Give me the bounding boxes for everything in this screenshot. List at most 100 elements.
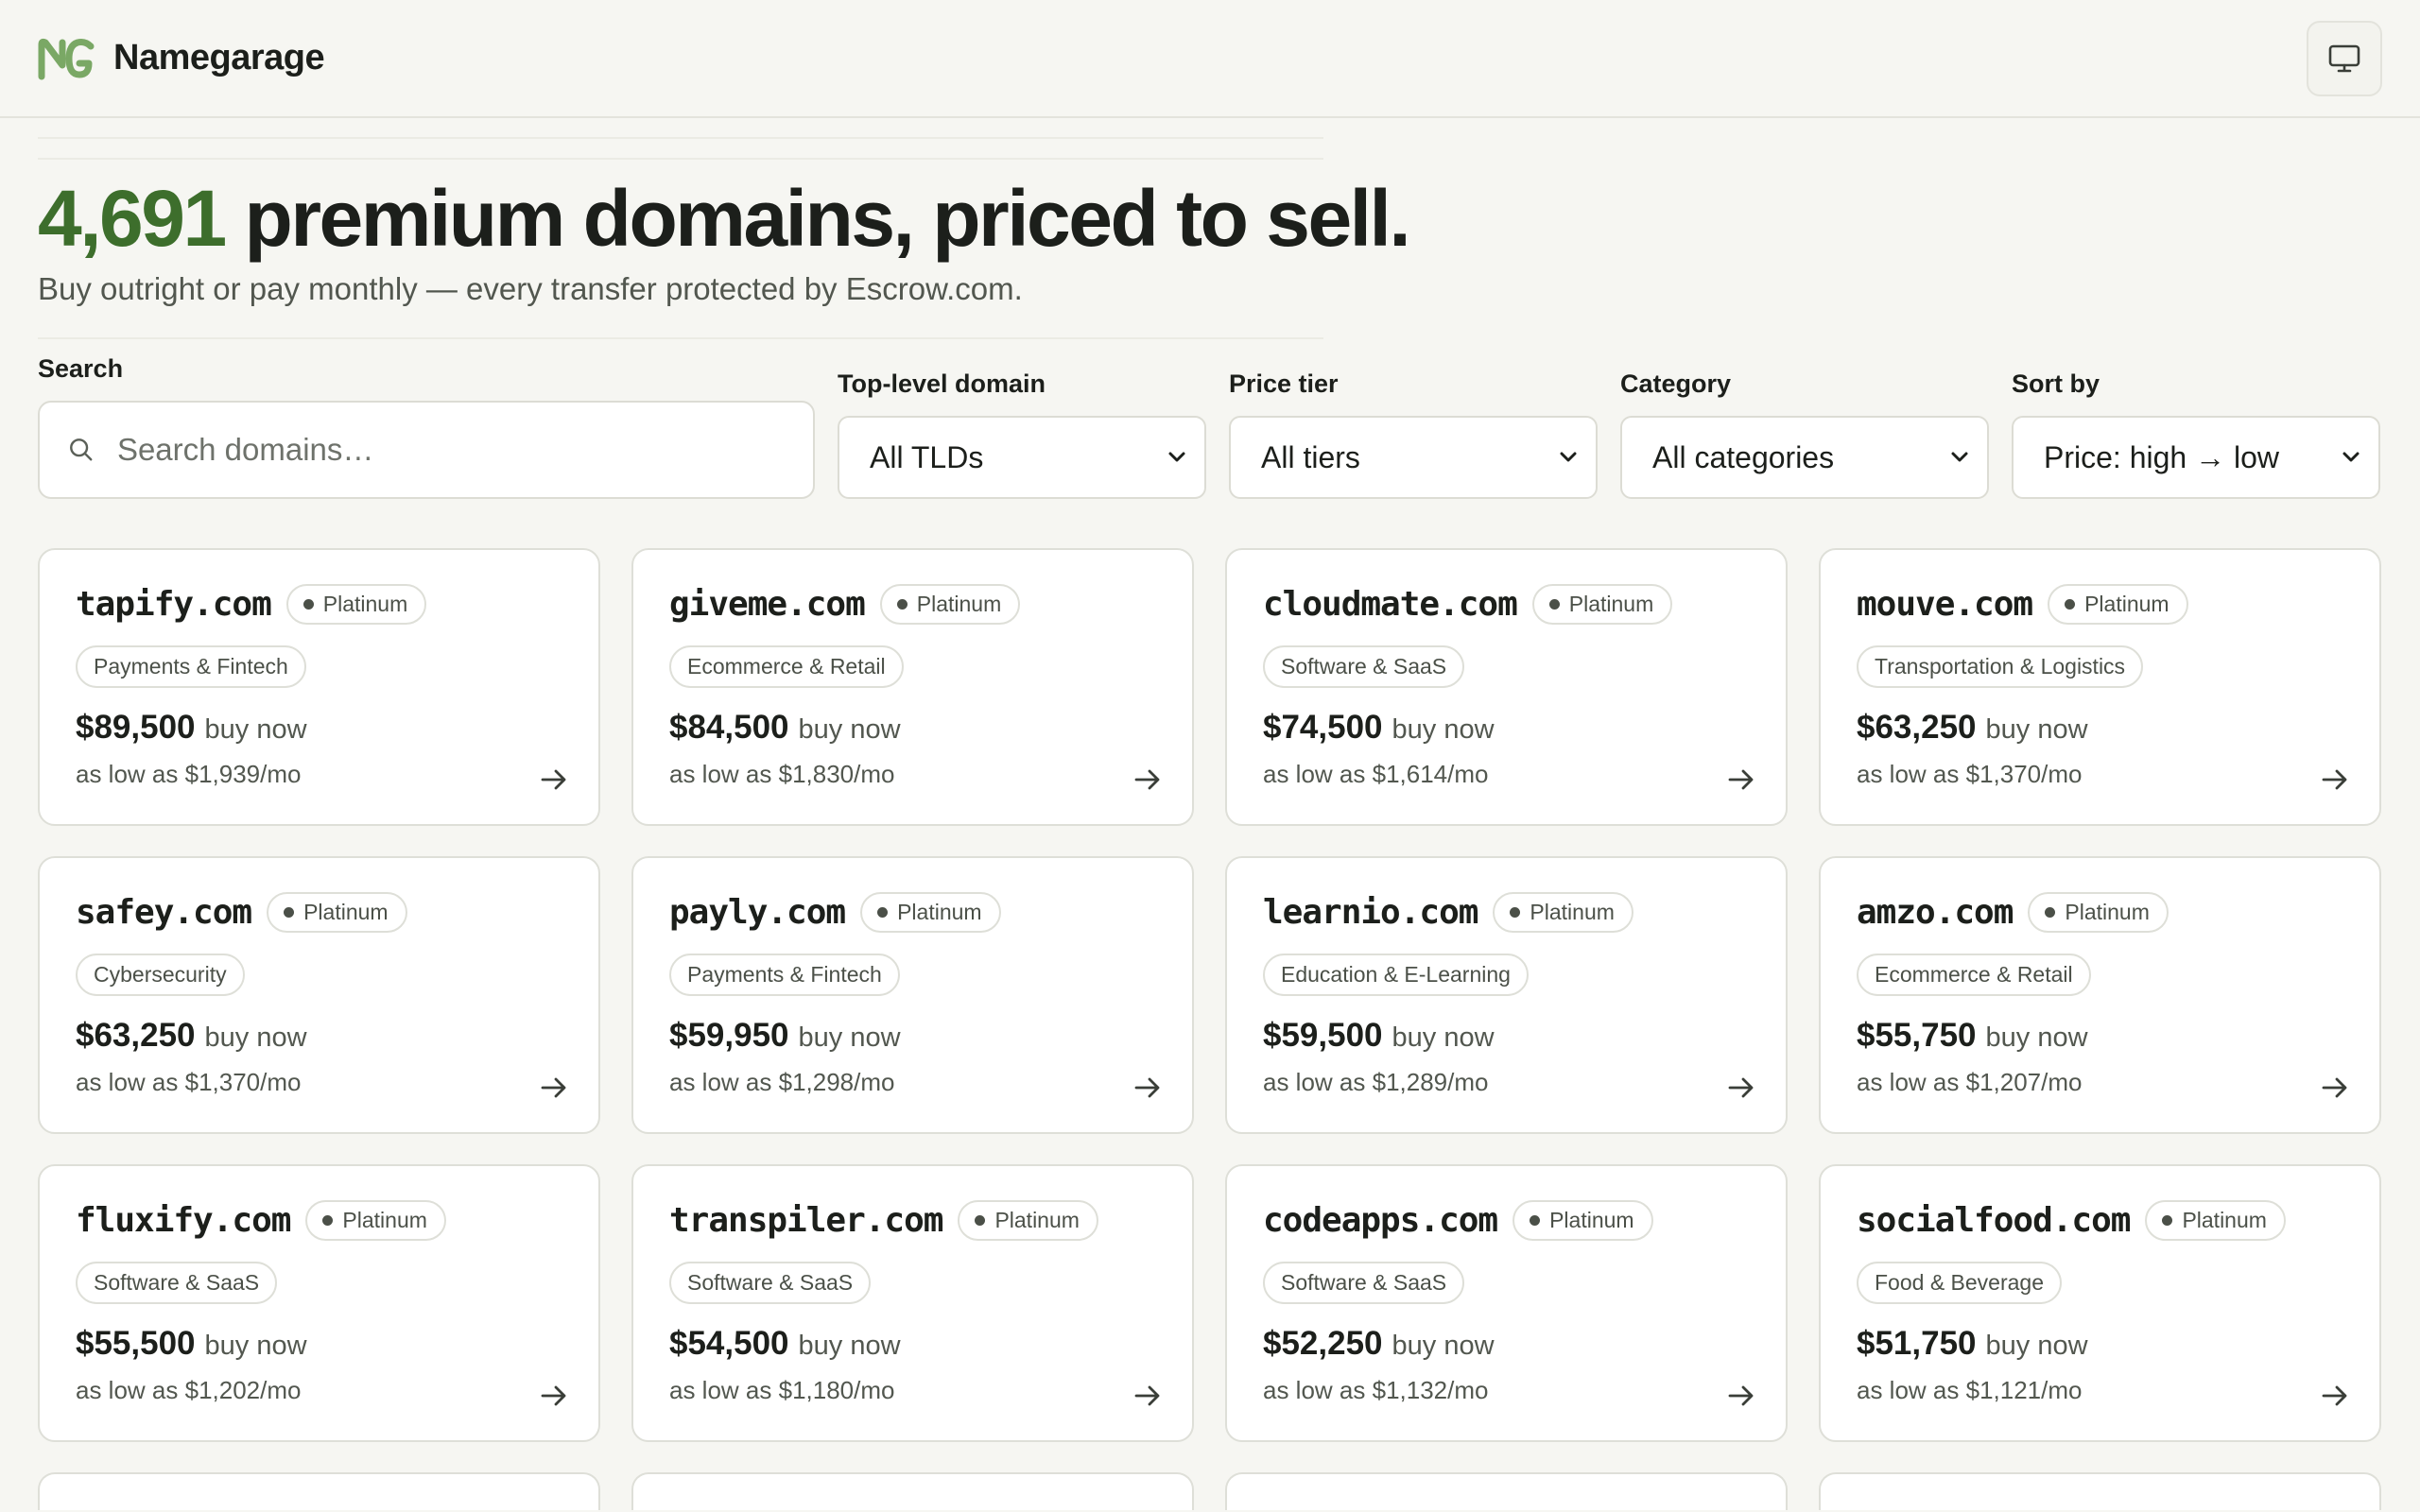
search-field[interactable] [38,401,815,500]
monthly-price: as low as $1,939/mo [76,760,302,789]
buy-now-label: buy now [204,1331,307,1362]
price: $63,250 [1857,709,1977,747]
price: $54,500 [669,1325,789,1363]
domain-card[interactable]: tapify.com Platinum Payments & Fintech $89,… [38,548,600,827]
arrow-right-icon[interactable] [538,1380,570,1412]
domain-name: cloudmate.com [1263,585,1518,625]
decorative-rule [38,158,1323,160]
display-mode-button[interactable] [2307,20,2382,96]
search-icon [70,438,93,461]
arrow-right-icon[interactable] [2319,764,2351,796]
brand[interactable]: Namegarage [38,37,325,80]
buy-now-label: buy now [1392,714,1495,746]
tier-label: Platinum [1530,900,1615,925]
namegarage-logo-icon [38,38,95,79]
sort-select[interactable]: Price: high → low [2012,416,2380,500]
domain-card[interactable]: socialfood.com Platinum Food & Beverage $51… [1819,1164,2381,1443]
domain-card[interactable]: learnio.com Platinum Education & E-Learnin… [1225,856,1788,1135]
tier-label: Platinum [322,592,408,617]
arrow-right-icon[interactable] [1132,764,1164,796]
domain-card[interactable]: mouve.com Platinum Transportation & Logist… [1819,548,2381,827]
tier-selected-value: All tiers [1261,439,1360,474]
domain-card[interactable] [631,1472,1194,1511]
domain-name: socialfood.com [1857,1201,2131,1241]
arrow-right-icon[interactable] [1132,1380,1164,1412]
tier-filter-group: Price tier All tiers [1229,369,1598,500]
price: $63,250 [76,1017,196,1055]
tier-badge: Platinum [860,892,1001,934]
tld-select[interactable]: All TLDs [838,416,1206,500]
price-row: $59,950 buy now [669,1017,1156,1055]
arrow-right-icon[interactable] [1725,764,1757,796]
tier-badge: Platinum [1493,892,1634,934]
monthly-price: as low as $1,289/mo [1263,1068,1489,1097]
decorative-rule [38,337,1323,339]
tier-badge: Platinum [2048,584,2188,626]
arrow-right-icon[interactable] [1725,1380,1757,1412]
buy-now-label: buy now [1392,1331,1495,1362]
price-row: $74,500 buy now [1263,709,1750,747]
buy-now-label: buy now [798,1331,901,1362]
monthly-price: as low as $1,298/mo [669,1068,895,1097]
monthly-price: as low as $1,121/mo [1857,1376,2083,1405]
category-tag: Payments & Fintech [669,954,900,997]
domain-card[interactable]: giveme.com Platinum Ecommerce & Retail $84,… [631,548,1194,827]
domain-card[interactable]: cloudmate.com Platinum Software & SaaS $74,… [1225,548,1788,827]
arrow-right-icon[interactable] [538,764,570,796]
domain-grid: tapify.com Platinum Payments & Fintech $89,… [0,499,2420,1511]
tier-label: Platinum [916,592,1002,617]
category-tag: Cybersecurity [76,954,245,997]
domain-card[interactable]: transpiler.com Platinum Software & SaaS $54… [631,1164,1194,1443]
domain-name: transpiler.com [669,1201,943,1241]
price-row: $55,750 buy now [1857,1017,2343,1055]
card-header: safey.com Platinum [76,892,562,934]
price-row: $54,500 buy now [669,1325,1156,1363]
domain-card[interactable]: fluxify.com Platinum Software & SaaS $55,50… [38,1164,600,1443]
tier-label: Platinum [994,1208,1080,1233]
category-tag: Transportation & Logistics [1857,645,2144,689]
chevron-down-icon [2342,452,2360,462]
price-row: $51,750 buy now [1857,1325,2343,1363]
arrow-right-icon[interactable] [2319,1072,2351,1104]
arrow-right-icon[interactable] [1132,1072,1164,1104]
tier-dot-icon [2162,1215,2173,1227]
tier-label: Price tier [1229,369,1339,399]
tier-dot-icon [1530,1215,1541,1227]
category-tag: Software & SaaS [1263,1262,1465,1305]
tier-dot-icon [1510,907,1521,919]
monthly-price: as low as $1,830/mo [669,760,895,789]
domain-card[interactable] [1225,1472,1788,1511]
domain-card[interactable]: amzo.com Platinum Ecommerce & Retail $55,75… [1819,856,2381,1135]
domain-card[interactable] [38,1472,600,1511]
category-filter-group: Category All categories [1620,369,1989,500]
search-input[interactable] [116,432,785,469]
tier-label: Platinum [897,900,982,925]
monthly-price: as low as $1,207/mo [1857,1068,2083,1097]
domain-name: codeapps.com [1263,1201,1498,1241]
price: $89,500 [76,709,196,747]
arrow-right-icon[interactable] [538,1072,570,1104]
card-header: tapify.com Platinum [76,584,562,626]
arrow-right-icon[interactable] [2319,1380,2351,1412]
domain-card[interactable]: payly.com Platinum Payments & Fintech $59,9… [631,856,1194,1135]
card-header: learnio.com Platinum [1263,892,1750,934]
domain-card[interactable]: codeapps.com Platinum Software & SaaS $52,2… [1225,1164,1788,1443]
domain-card[interactable] [1819,1472,2381,1511]
sort-label: Sort by [2012,369,2100,399]
tld-filter-group: Top-level domain All TLDs [838,369,1206,500]
tier-badge: Platinum [285,584,427,626]
domain-name: amzo.com [1857,893,2014,933]
tier-label: Platinum [2182,1208,2267,1233]
monthly-price: as low as $1,370/mo [76,1068,302,1097]
arrow-right-icon[interactable] [1725,1072,1757,1104]
tier-dot-icon [975,1215,986,1227]
tier-badge: Platinum [879,584,1021,626]
tier-select[interactable]: All tiers [1229,416,1598,500]
chevron-down-icon [1560,452,1577,462]
category-select[interactable]: All categories [1620,416,1989,500]
tier-badge: Platinum [305,1200,446,1242]
buy-now-label: buy now [204,714,307,746]
tier-dot-icon [2045,907,2056,919]
domain-card[interactable]: safey.com Platinum Cybersecurity $63,250 buy… [38,856,600,1135]
search-label: Search [38,354,124,384]
